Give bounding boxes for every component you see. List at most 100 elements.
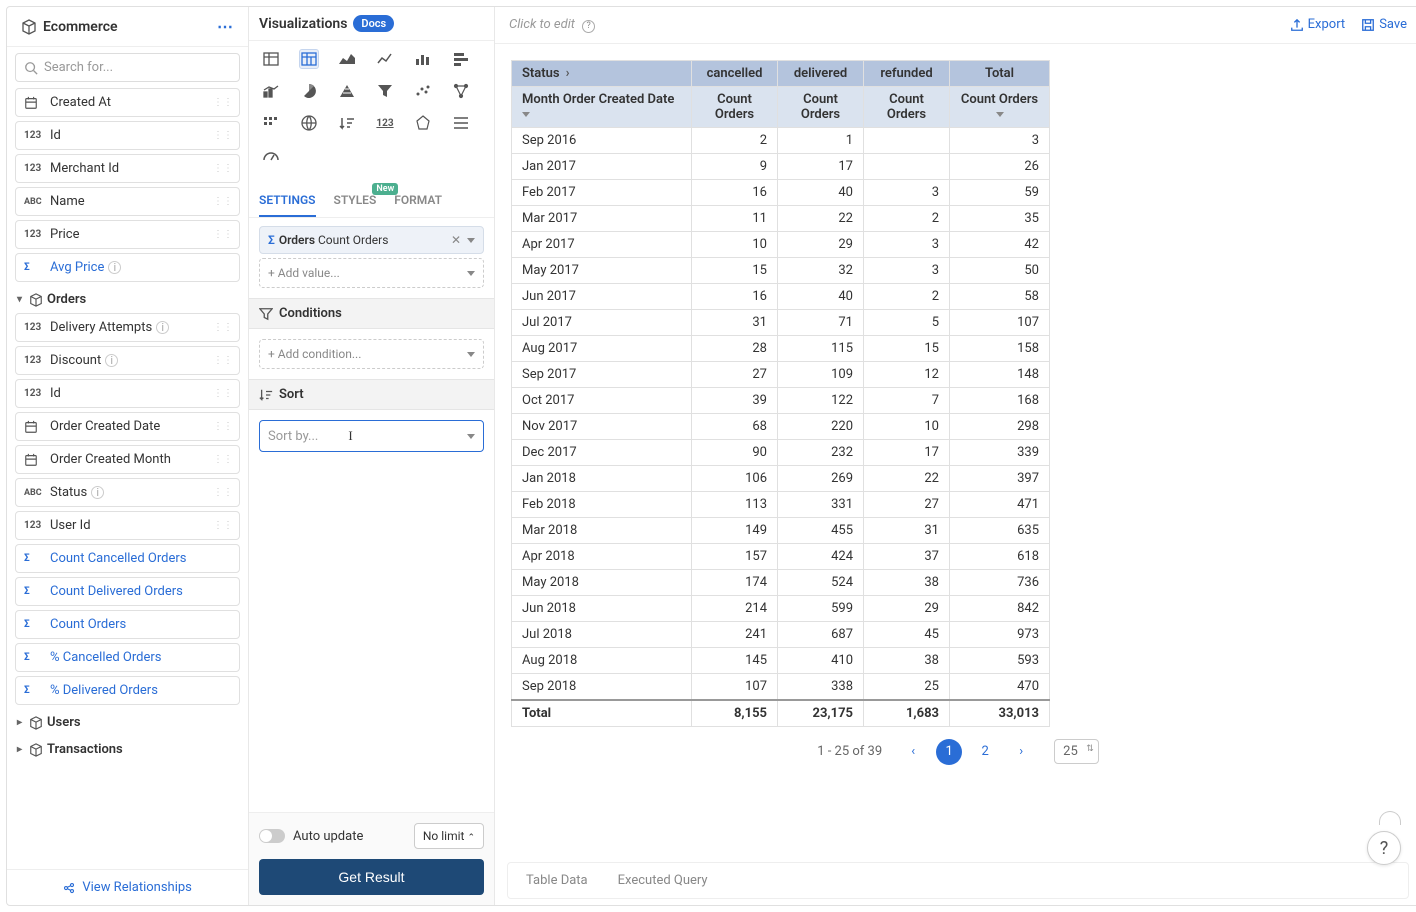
tab-settings[interactable]: SETTINGS <box>259 185 316 217</box>
value-cell: 22 <box>778 205 864 231</box>
add-condition[interactable]: + Add condition... <box>259 339 484 369</box>
value-cell: 2 <box>864 205 950 231</box>
limit-select[interactable]: No limit ⌃ <box>414 823 484 849</box>
viz-network-icon[interactable] <box>451 81 471 101</box>
measure-item[interactable]: ΣCount Delivered Orders <box>15 577 240 606</box>
title-placeholder[interactable]: Click to edit ? <box>509 17 595 33</box>
viz-gauge-icon[interactable] <box>261 145 281 165</box>
chevron-down-icon: ▾ <box>17 294 29 305</box>
page-next[interactable]: › <box>1008 739 1034 765</box>
viz-funnel-icon[interactable] <box>375 81 395 101</box>
value-cell: 122 <box>778 387 864 413</box>
col-refunded[interactable]: refunded <box>864 60 950 86</box>
field-item[interactable]: 123Id⋮⋮ <box>15 379 240 408</box>
measure-item[interactable]: ΣCount Cancelled Orders <box>15 544 240 573</box>
field-item[interactable]: 123Price⋮⋮ <box>15 220 240 249</box>
tab-format[interactable]: FORMAT <box>394 185 442 217</box>
chevron-down-icon[interactable] <box>522 112 530 117</box>
chevron-down-icon[interactable] <box>467 238 475 243</box>
group-transactions[interactable]: ▸ Transactions <box>15 736 240 763</box>
month-cell: Apr 2018 <box>512 543 692 569</box>
viz-bar-icon[interactable] <box>413 49 433 69</box>
save-button[interactable]: Save <box>1361 17 1407 32</box>
type-icon: 123 <box>24 163 50 174</box>
viz-pivot-icon[interactable] <box>299 49 319 69</box>
measure-item[interactable]: Σ% Cancelled Orders <box>15 643 240 672</box>
viz-pie-icon[interactable] <box>299 81 319 101</box>
field-label: Id <box>50 386 61 401</box>
field-item[interactable]: 123Delivery Attemptsi⋮⋮ <box>15 313 240 342</box>
measure-item[interactable]: ΣCount Orders <box>15 610 240 639</box>
value-cell: 11 <box>692 205 778 231</box>
value-cell: 145 <box>692 647 778 673</box>
field-item[interactable]: Created At⋮⋮ <box>15 88 240 117</box>
field-item[interactable]: ABCStatusi⋮⋮ <box>15 478 240 507</box>
tab-styles[interactable]: STYLESNew <box>334 185 377 217</box>
viz-scatter-icon[interactable] <box>413 81 433 101</box>
measure-avg-price[interactable]: Σ Avg Price i <box>15 253 240 282</box>
viz-calendar-icon[interactable] <box>261 113 281 133</box>
field-item[interactable]: 123Id⋮⋮ <box>15 121 240 150</box>
sub-cancelled[interactable]: Count Orders <box>692 86 778 127</box>
pivot-table: Status› cancelled delivered refunded Tot… <box>511 60 1050 727</box>
docs-badge[interactable]: Docs <box>353 15 394 32</box>
measure-item[interactable]: Σ% Delivered Orders <box>15 676 240 705</box>
field-item[interactable]: Order Created Date⋮⋮ <box>15 412 240 441</box>
sort-header: Sort <box>249 379 494 410</box>
viz-pyramid-icon[interactable] <box>337 81 357 101</box>
value-cell: 31 <box>864 517 950 543</box>
value-cell: 397 <box>950 465 1050 491</box>
search-input[interactable]: Search for... <box>15 53 240 82</box>
get-result-button[interactable]: Get Result <box>259 859 484 895</box>
value-cell: 149 <box>692 517 778 543</box>
viz-sort-icon[interactable] <box>337 113 357 133</box>
sub-total[interactable]: Count Orders <box>950 86 1050 127</box>
col-delivered[interactable]: delivered <box>778 60 864 86</box>
viz-area-icon[interactable] <box>337 49 357 69</box>
page-prev[interactable]: ‹ <box>900 739 926 765</box>
field-item[interactable]: 123Merchant Id⋮⋮ <box>15 154 240 183</box>
field-item[interactable]: Order Created Month⋮⋮ <box>15 445 240 474</box>
drag-handle-icon: ⋮⋮ <box>213 229 233 240</box>
auto-update-toggle[interactable] <box>259 829 285 843</box>
export-button[interactable]: Export <box>1290 17 1346 32</box>
sort-input[interactable]: Sort by... I <box>259 420 484 452</box>
viz-table-icon[interactable] <box>261 49 281 69</box>
status-header[interactable]: Status› <box>512 60 692 86</box>
sub-refunded[interactable]: Count Orders <box>864 86 950 127</box>
remove-value-icon[interactable]: ✕ <box>451 233 461 247</box>
viz-line-icon[interactable] <box>375 49 395 69</box>
tab-executed-query[interactable]: Executed Query <box>618 873 708 888</box>
add-value[interactable]: + Add value... <box>259 258 484 288</box>
sidebar-menu-dots[interactable]: ⋯ <box>217 17 234 36</box>
col-cancelled[interactable]: cancelled <box>692 60 778 86</box>
viz-list-icon[interactable] <box>451 113 471 133</box>
col-total[interactable]: Total <box>950 60 1050 86</box>
viz-radar-icon[interactable] <box>413 113 433 133</box>
month-header[interactable]: Month Order Created Date <box>512 86 692 127</box>
type-icon: 123 <box>24 229 50 240</box>
value-cell: 7 <box>864 387 950 413</box>
search-placeholder: Search for... <box>44 60 113 75</box>
help-fab[interactable]: ? <box>1367 831 1401 865</box>
chevron-down-icon[interactable] <box>996 112 1004 117</box>
page-size-select[interactable]: 25 <box>1054 739 1099 764</box>
field-item[interactable]: 123User Id⋮⋮ <box>15 511 240 540</box>
group-orders[interactable]: ▾ Orders <box>15 286 240 313</box>
value-cell: 269 <box>778 465 864 491</box>
value-cell: 27 <box>692 361 778 387</box>
viz-geo-icon[interactable] <box>299 113 319 133</box>
drag-handle-icon: ⋮⋮ <box>213 355 233 366</box>
page-1[interactable]: 1 <box>936 739 962 765</box>
value-pill[interactable]: Σ Orders Count Orders ✕ <box>259 226 484 254</box>
sub-delivered[interactable]: Count Orders <box>778 86 864 127</box>
viz-hbar-icon[interactable] <box>451 49 471 69</box>
page-2[interactable]: 2 <box>972 739 998 765</box>
group-users[interactable]: ▸ Users <box>15 709 240 736</box>
view-relationships-label: View Relationships <box>82 880 192 895</box>
field-item[interactable]: ABCName⋮⋮ <box>15 187 240 216</box>
viz-number-icon[interactable]: 123 <box>375 113 395 133</box>
tab-table-data[interactable]: Table Data <box>526 873 588 888</box>
field-item[interactable]: 123Discounti⋮⋮ <box>15 346 240 375</box>
viz-combo-icon[interactable] <box>261 81 281 101</box>
